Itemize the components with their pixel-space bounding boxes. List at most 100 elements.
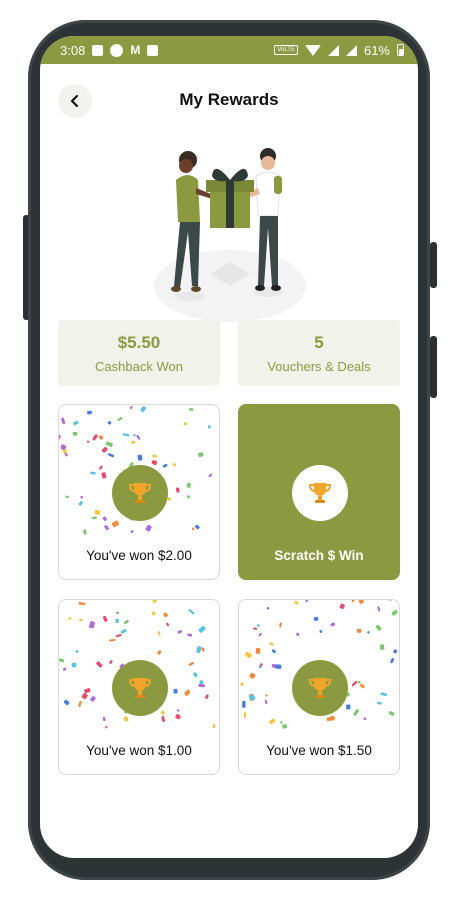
confetti-piece [198,683,206,688]
confetti-piece [339,603,345,610]
notification-icon [92,44,104,56]
confetti-piece [390,658,395,664]
confetti-piece [161,716,166,722]
confetti-piece [193,672,198,678]
app-notification-icon [110,43,124,57]
reward-card-won[interactable]: You've won $1.50 [238,599,400,775]
confetti-piece [204,694,209,699]
signal-icon [327,44,339,56]
confetti-piece [201,647,205,652]
confetti-piece [391,609,398,616]
confetti-piece [296,632,300,637]
confetti-piece [279,622,282,628]
confetti-piece [166,622,170,627]
confetti-piece [75,649,79,653]
confetti-piece [351,600,355,603]
confetti-piece [196,646,202,653]
reward-card-scratch[interactable]: Scratch $ Win [238,404,400,580]
confetti-piece [61,417,66,425]
confetti-piece [72,431,78,436]
reward-card-won[interactable]: You've won $1.00 [58,599,220,775]
m-notification-icon: M [130,43,141,57]
stat-card-vouchers: 5 Vouchers & Deals [238,320,400,386]
confetti-piece [163,612,168,618]
confetti-piece [197,452,204,458]
vouchers-value: 5 [314,332,324,352]
confetti-piece [258,632,262,637]
confetti-piece [207,425,211,429]
confetti-piece [133,434,136,437]
page-title: My Rewards [179,90,279,109]
trophy-badge [292,660,348,716]
confetti-piece [102,716,106,722]
confetti-piece [94,509,101,516]
confetti-piece [176,709,180,712]
confetti-piece [388,711,395,716]
confetti-piece [387,600,393,601]
confetti-piece [192,527,194,531]
confetti-piece [111,520,120,528]
confetti-piece [68,616,72,620]
confetti-piece [359,683,365,689]
confetti-piece [240,682,244,687]
stats-row: $5.50 Cashback Won 5 Vouchers & Deals [40,320,418,386]
confetti-piece [367,631,370,634]
confetti-piece [136,434,141,440]
confetti-piece [187,495,190,499]
confetti-piece [140,406,147,413]
volte-badge: VoLTE [274,45,298,55]
confetti-piece [117,417,123,421]
confetti-piece [294,600,299,605]
trophy-badge [292,465,348,521]
confetti-piece [282,724,288,729]
confetti-piece [84,688,91,694]
confetti-piece [160,710,165,715]
confetti-piece [243,711,246,719]
cashback-label: Cashback Won [95,358,183,374]
confetti-piece [208,473,213,478]
trophy-icon [308,483,332,503]
phone-power-button [430,336,437,398]
confetti-piece [120,629,127,634]
confetti-piece [188,609,195,615]
confetti-piece [253,627,258,630]
confetti-piece [137,454,143,461]
confetti-piece [129,405,133,410]
confetti-piece [353,709,359,716]
confetti-piece [92,516,97,520]
confetti-piece [162,463,168,468]
confetti-piece [351,680,358,687]
reward-card-won[interactable]: You've won $2.00 [58,404,220,580]
confetti-piece [123,716,129,722]
confetti-piece [71,662,77,668]
confetti-piece [376,701,382,705]
confetti-piece [356,628,362,633]
image-notification-icon [147,44,159,56]
confetti-piece [104,525,110,531]
confetti-piece [198,625,206,633]
confetti-piece [73,420,79,426]
confetti-piece [81,692,88,700]
confetti-piece [380,692,387,697]
confetti-piece [101,472,107,479]
confetti-piece [107,420,112,425]
confetti-piece [115,633,122,638]
confetti-piece [319,630,323,633]
confetti-piece [195,524,200,530]
phone-side-button [430,242,437,288]
confetti-piece [59,658,65,663]
confetti-piece [242,700,246,708]
confetti-piece [157,630,161,636]
confetti-piece [379,644,385,650]
confetti-piece [151,611,156,616]
confetti-piece [89,621,95,629]
confetti-piece [145,524,152,532]
scratch-label: Scratch $ Win [274,548,364,563]
confetti-piece [86,410,93,415]
battery-icon [397,44,404,56]
confetti-piece [78,602,86,606]
confetti-piece [152,454,157,458]
confetti-piece [86,440,90,443]
confetti-piece [363,717,367,720]
confetti-piece [255,647,261,655]
